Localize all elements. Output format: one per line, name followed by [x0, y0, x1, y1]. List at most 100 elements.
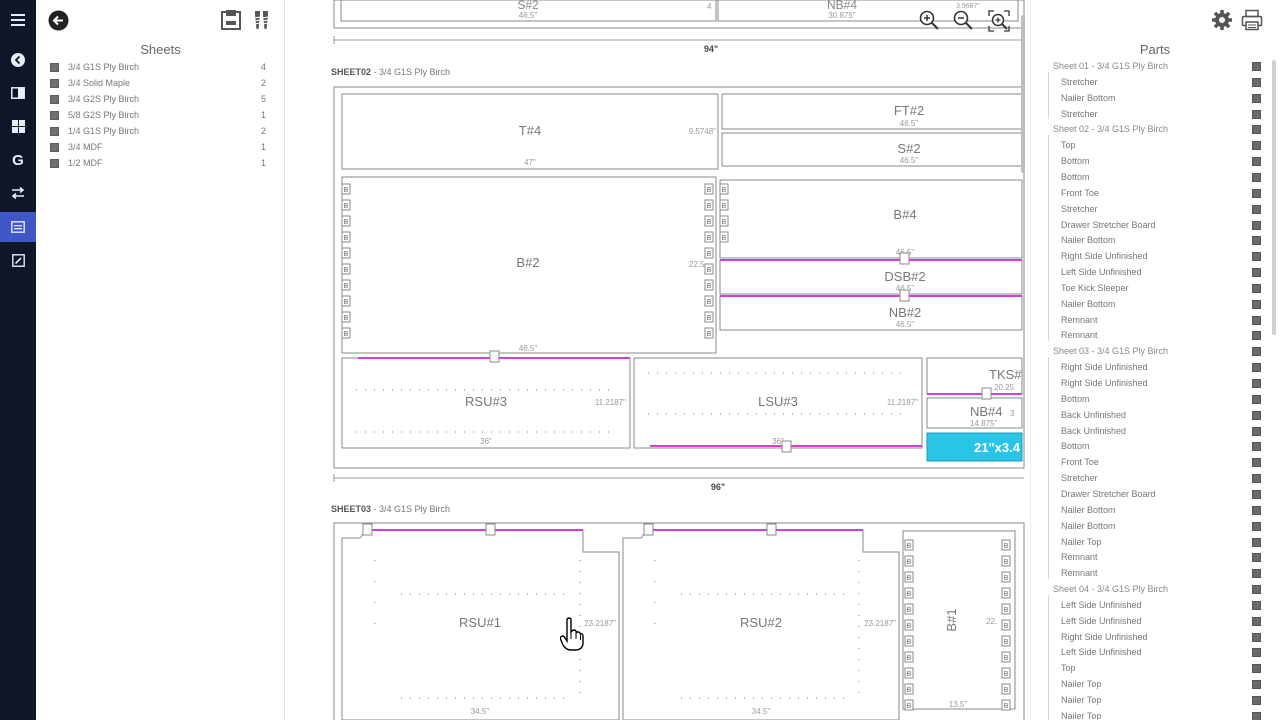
- part-checkbox[interactable]: [1252, 93, 1261, 103]
- part-checkbox[interactable]: [1252, 616, 1261, 626]
- edit-icon[interactable]: [0, 245, 36, 275]
- part-checkbox[interactable]: [1252, 394, 1261, 404]
- part-item[interactable]: Top: [1046, 662, 1261, 677]
- part-item[interactable]: Stretcher: [1046, 203, 1261, 218]
- sheet-checkbox[interactable]: [50, 143, 59, 152]
- sheet-checkbox[interactable]: [50, 79, 59, 88]
- sheet-checkbox[interactable]: [50, 95, 59, 104]
- part-item[interactable]: Front Toe: [1046, 187, 1261, 202]
- part-checkbox[interactable]: [1252, 711, 1261, 720]
- part-item[interactable]: Bottom: [1046, 171, 1261, 186]
- part-checkbox[interactable]: [1252, 77, 1261, 87]
- menu-icon[interactable]: [0, 5, 36, 35]
- part-lsu3[interactable]: LSU#3 36" 11.2187": [633, 357, 923, 449]
- part-checkbox[interactable]: [1252, 569, 1261, 579]
- part-item[interactable]: Right Side Unfinished: [1046, 250, 1261, 265]
- part-checkbox[interactable]: [1252, 268, 1261, 278]
- settings-gear-icon[interactable]: [1210, 8, 1234, 32]
- part-b1[interactable]: B#1 13.5" 22. B B B B B B B B B B B B B B B B B B B B B B: [902, 530, 1016, 711]
- part-checkbox[interactable]: [1252, 489, 1261, 499]
- part-item[interactable]: Toe Kick Sleeper: [1046, 282, 1261, 297]
- sheet03[interactable]: SHEET03 - 3/4 G1S Ply Birch RSU#1 34.5" …: [331, 504, 1025, 720]
- part-checkbox[interactable]: [1252, 664, 1261, 674]
- part-item[interactable]: Remnant: [1046, 567, 1261, 582]
- sheet-item[interactable]: 5/8 G2S Ply Birch 1: [50, 108, 266, 124]
- sheet-item[interactable]: 1/2 MDF 1: [50, 156, 266, 172]
- part-checkbox[interactable]: [1252, 442, 1261, 452]
- part-checkbox[interactable]: [1252, 632, 1261, 642]
- part-b2[interactable]: B#2 46.5" 22.5 B B B B B B B B B B B B B B B B B B B B: [341, 176, 717, 354]
- sheet-item[interactable]: 3/4 G2S Ply Birch 5: [50, 92, 266, 108]
- part-item[interactable]: Nailer Bottom: [1046, 92, 1261, 107]
- part-checkbox[interactable]: [1252, 474, 1261, 484]
- part-checkbox[interactable]: [1252, 363, 1261, 373]
- part-nb2[interactable]: NB#2 46.5": [719, 295, 1023, 331]
- sheet-checkbox[interactable]: [50, 111, 59, 120]
- part-item[interactable]: Nailer Bottom: [1046, 504, 1261, 519]
- parts-group-header[interactable]: Sheet 01 - 3/4 G1S Ply Birch: [1046, 60, 1261, 75]
- part-checkbox[interactable]: [1252, 172, 1261, 182]
- part-checkbox[interactable]: [1252, 537, 1261, 547]
- sheet-checkbox[interactable]: [50, 63, 59, 72]
- sheet-checkbox[interactable]: [50, 159, 59, 168]
- list-icon[interactable]: [0, 212, 36, 242]
- grid-icon[interactable]: [0, 111, 36, 141]
- part-item[interactable]: Nailer Bottom: [1046, 298, 1261, 313]
- part-item[interactable]: Left Side Unfinished: [1046, 599, 1261, 614]
- part-checkbox[interactable]: [1252, 426, 1261, 436]
- remnant-highlight[interactable]: 21"x3.4: [926, 432, 1023, 462]
- part-tks[interactable]: TKS# 20.25: [926, 357, 1023, 395]
- part-ft2[interactable]: FT#2 46.5": [721, 93, 1023, 130]
- parts-group-header[interactable]: Sheet 03 - 3/4 G1S Ply Birch: [1046, 345, 1261, 360]
- part-dsb2[interactable]: DSB#2 46.5": [719, 259, 1023, 295]
- part-item[interactable]: Front Toe: [1046, 456, 1261, 471]
- print-icon[interactable]: [1240, 8, 1264, 32]
- part-item[interactable]: Nailer Top: [1046, 678, 1261, 693]
- part-item[interactable]: Remnant: [1046, 329, 1261, 344]
- hardware-screws-icon[interactable]: [250, 9, 272, 31]
- parts-group-checkbox[interactable]: [1252, 347, 1261, 357]
- sheet-item[interactable]: 3/4 MDF 1: [50, 140, 266, 156]
- part-s2[interactable]: S#2 46.5": [721, 132, 1023, 167]
- part-checkbox[interactable]: [1252, 458, 1261, 468]
- part-checkbox[interactable]: [1252, 680, 1261, 690]
- part-item[interactable]: Drawer Stretcher Board: [1046, 488, 1261, 503]
- back-circle-icon[interactable]: [0, 45, 36, 75]
- part-item[interactable]: Stretcher: [1046, 76, 1261, 91]
- part-checkbox[interactable]: [1252, 141, 1261, 151]
- part-checkbox[interactable]: [1252, 331, 1261, 341]
- part-checkbox[interactable]: [1252, 220, 1261, 230]
- part-item[interactable]: Back Unfinished: [1046, 425, 1261, 440]
- part-item[interactable]: Right Side Unfinished: [1046, 361, 1261, 376]
- parts-group-header[interactable]: Sheet 04 - 3/4 G1S Ply Birch: [1046, 583, 1261, 598]
- part-checkbox[interactable]: [1252, 315, 1261, 325]
- part-checkbox[interactable]: [1252, 236, 1261, 246]
- sheet-checkbox[interactable]: [50, 127, 59, 136]
- back-button[interactable]: [48, 10, 69, 31]
- zoom-out-icon[interactable]: [953, 10, 979, 36]
- part-item[interactable]: Right Side Unfinished: [1046, 631, 1261, 646]
- part-item[interactable]: Nailer Bottom: [1046, 234, 1261, 249]
- part-t4[interactable]: T#4 47" 9.5748": [341, 93, 719, 170]
- sheet-item[interactable]: 1/4 G1S Ply Birch 2: [50, 124, 266, 140]
- part-item[interactable]: Drawer Stretcher Board: [1046, 219, 1261, 234]
- part-checkbox[interactable]: [1252, 157, 1261, 167]
- part-item[interactable]: Nailer Top: [1046, 694, 1261, 709]
- part-checkbox[interactable]: [1252, 696, 1261, 705]
- part-item[interactable]: Nailer Bottom: [1046, 520, 1261, 535]
- part-item[interactable]: Nailer Top: [1046, 710, 1261, 720]
- transfer-icon[interactable]: [0, 178, 36, 208]
- part-item[interactable]: Right Side Unfinished: [1046, 377, 1261, 392]
- part-rsu2[interactable]: RSU#2 34.5" 23.2187": [622, 529, 900, 720]
- part-checkbox[interactable]: [1252, 379, 1261, 388]
- parts-group-checkbox[interactable]: [1252, 125, 1261, 135]
- part-checkbox[interactable]: [1252, 299, 1261, 309]
- zoom-fit-icon[interactable]: [988, 10, 1014, 36]
- part-checkbox[interactable]: [1252, 505, 1261, 515]
- part-item[interactable]: Stretcher: [1046, 472, 1261, 487]
- part-checkbox[interactable]: [1252, 521, 1261, 531]
- part-item[interactable]: Remnant: [1046, 551, 1261, 566]
- cutlist-drawing[interactable]: S#2 46.5" 4 NB#4 30.875" 3.9687" 94" SHE…: [286, 0, 1030, 720]
- sheet02[interactable]: SHEET02 - 3/4 G1S Ply Birch T#4 47" 9.57…: [331, 67, 1025, 492]
- part-item[interactable]: Left Side Unfinished: [1046, 266, 1261, 281]
